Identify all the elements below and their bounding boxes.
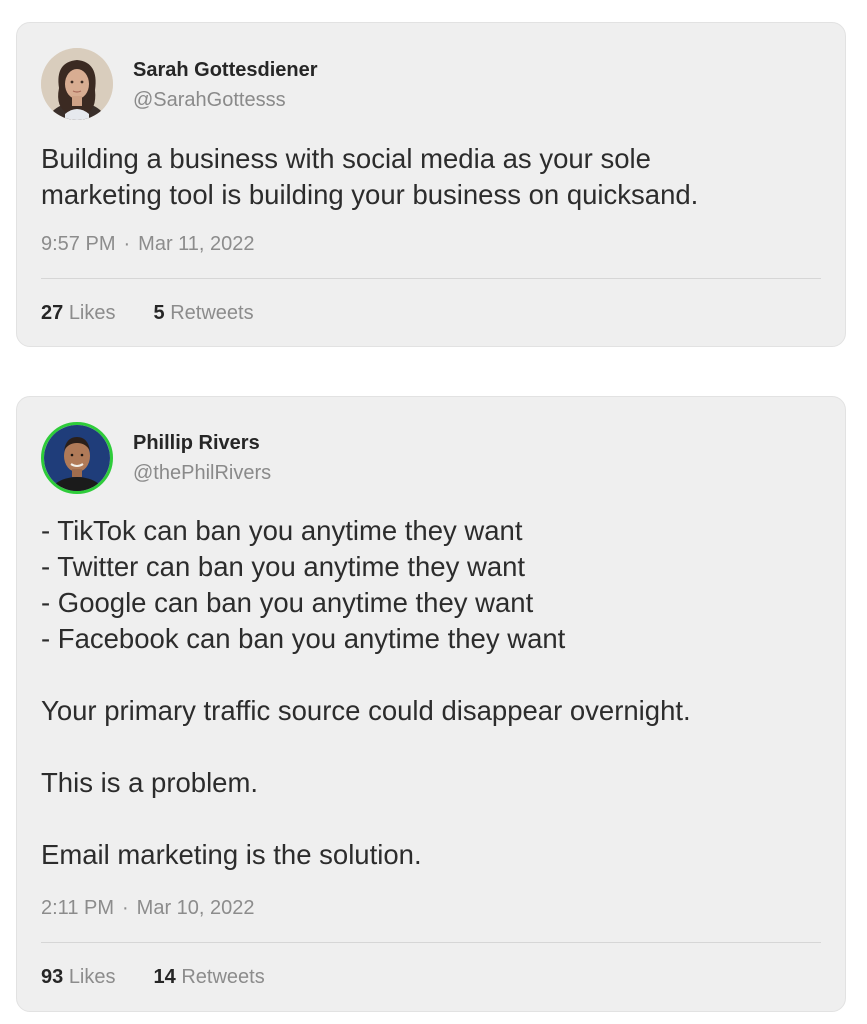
divider bbox=[41, 278, 821, 279]
author-avatar[interactable] bbox=[41, 48, 113, 120]
separator-dot: · bbox=[122, 897, 129, 919]
tweet-stats: 27 Likes 5 Retweets bbox=[41, 302, 254, 325]
tweet-stats: 93 Likes 14 Retweets bbox=[41, 966, 265, 989]
likes-label: Likes bbox=[68, 966, 116, 988]
author-name[interactable]: Sarah Gottesdiener bbox=[133, 59, 318, 82]
likes-count: 93 bbox=[41, 966, 64, 988]
likes-stat[interactable]: 27 Likes bbox=[41, 302, 116, 325]
author-name[interactable]: Phillip Rivers bbox=[133, 432, 260, 455]
profile-photo-icon bbox=[41, 48, 113, 120]
divider bbox=[41, 942, 821, 943]
retweets-count: 5 bbox=[153, 302, 165, 324]
tweet-time: 9:57 PM bbox=[41, 233, 116, 255]
profile-photo-icon bbox=[44, 425, 110, 491]
tweet-card[interactable]: Phillip Rivers @thePhilRivers - TikTok c… bbox=[16, 396, 846, 1012]
author-handle[interactable]: @thePhilRivers bbox=[133, 462, 271, 485]
tweet-timestamp[interactable]: 9:57 PM · Mar 11, 2022 bbox=[41, 233, 255, 256]
tweet-card[interactable]: Sarah Gottesdiener @SarahGottesss Buildi… bbox=[16, 22, 846, 347]
tweet-time: 2:11 PM bbox=[41, 897, 114, 919]
tweet-date: Mar 10, 2022 bbox=[136, 897, 255, 919]
author-avatar[interactable] bbox=[41, 422, 113, 494]
tweet-text: Building a business with social media as… bbox=[41, 143, 699, 210]
tweet-text: - TikTok can ban you anytime they want -… bbox=[41, 515, 691, 870]
retweets-label: Retweets bbox=[170, 302, 254, 324]
separator-dot: · bbox=[123, 233, 131, 255]
retweets-count: 14 bbox=[153, 966, 176, 988]
likes-count: 27 bbox=[41, 302, 64, 324]
retweets-label: Retweets bbox=[181, 966, 265, 988]
retweets-stat[interactable]: 14 Retweets bbox=[154, 966, 265, 989]
tweet-timestamp[interactable]: 2:11 PM · Mar 10, 2022 bbox=[41, 897, 255, 920]
tweet-date: Mar 11, 2022 bbox=[138, 233, 255, 255]
likes-label: Likes bbox=[68, 302, 116, 324]
likes-stat[interactable]: 93 Likes bbox=[41, 966, 116, 989]
author-handle[interactable]: @SarahGottesss bbox=[133, 89, 286, 112]
retweets-stat[interactable]: 5 Retweets bbox=[154, 302, 254, 325]
